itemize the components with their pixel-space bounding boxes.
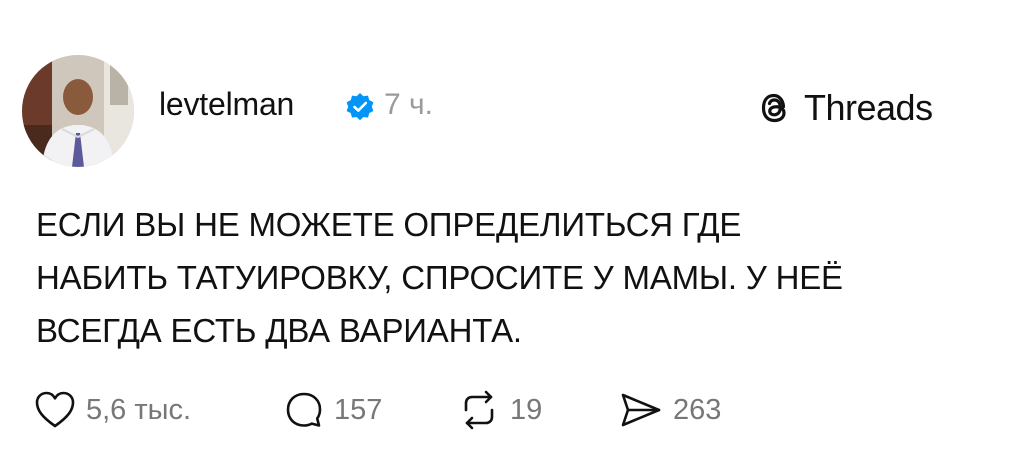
threads-logo-icon <box>761 93 786 123</box>
post-text-line: ЕСЛИ ВЫ НЕ МОЖЕТЕ ОПРЕДЕЛИТЬСЯ ГДЕ <box>36 206 742 243</box>
share-button[interactable]: 263 <box>619 385 721 435</box>
threads-brand-label: Threads <box>804 87 933 128</box>
reply-count: 157 <box>334 393 383 426</box>
repost-button[interactable]: 19 <box>458 385 542 435</box>
repost-count: 19 <box>510 393 543 426</box>
share-count: 263 <box>673 393 722 426</box>
threads-post-card: levtelman 7 ч. Threads ЕСЛИ ВЫ НЕ МОЖЕТЕ… <box>0 0 1024 465</box>
verified-badge-icon <box>346 93 374 121</box>
username[interactable]: levtelman <box>159 86 294 123</box>
avatar[interactable] <box>22 55 134 167</box>
post-time: 7 ч. <box>384 88 433 121</box>
like-button[interactable]: 5,6 тыс. <box>34 385 191 435</box>
reply-button[interactable]: 157 <box>284 385 382 435</box>
send-icon <box>621 393 661 427</box>
repost-icon <box>464 390 494 430</box>
heart-icon <box>35 391 75 428</box>
post-text-line: НАБИТЬ ТАТУИРОВКУ, СПРОСИТЕ У МАМЫ. У НЕ… <box>36 259 843 296</box>
post-actions-bar: 5,6 тыс. 157 19 263 <box>34 385 794 435</box>
threads-brand: Threads <box>756 87 933 129</box>
post-body: ЕСЛИ ВЫ НЕ МОЖЕТЕ ОПРЕДЕЛИТЬСЯ ГДЕ НАБИТ… <box>36 198 996 357</box>
avatar-photo <box>22 55 134 167</box>
comment-icon <box>286 392 322 427</box>
post-text-line: ВСЕГДА ЕСТЬ ДВА ВАРИАНТА. <box>36 312 522 349</box>
like-count: 5,6 тыс. <box>86 393 192 426</box>
